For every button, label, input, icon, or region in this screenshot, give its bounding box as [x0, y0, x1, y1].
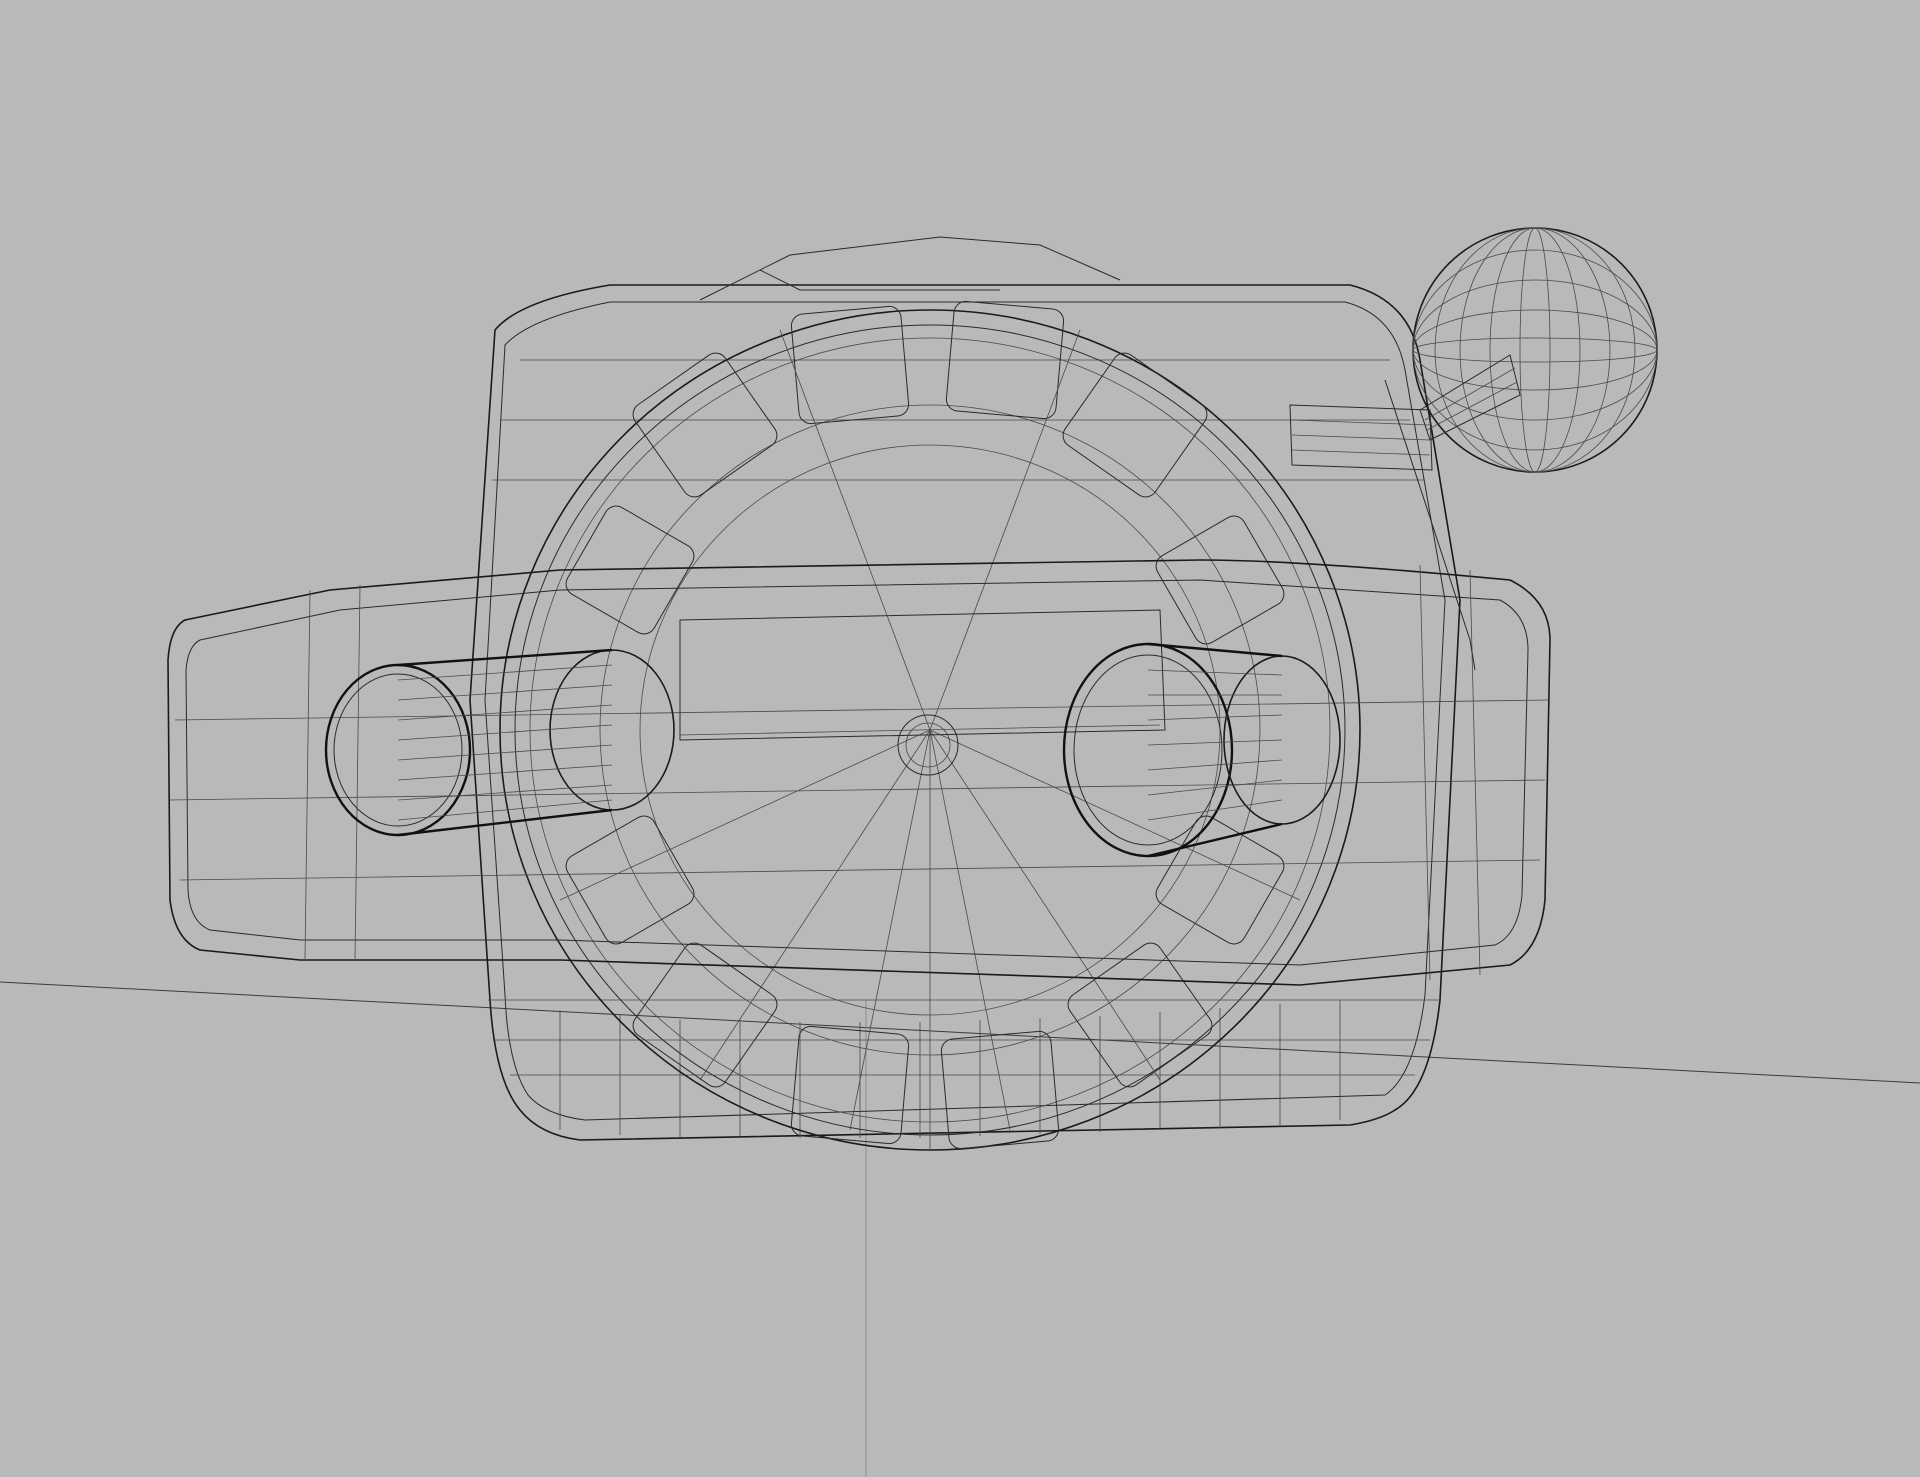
viewer-body: [469, 236, 1461, 1141]
3d-viewport[interactable]: [0, 0, 1920, 1477]
wireframe-canvas[interactable]: [0, 0, 1920, 1477]
right-lens: [1062, 642, 1341, 858]
reel-disc: [499, 300, 1361, 1151]
ground-grid: [0, 981, 1920, 1477]
lever-sphere: [1289, 227, 1658, 671]
